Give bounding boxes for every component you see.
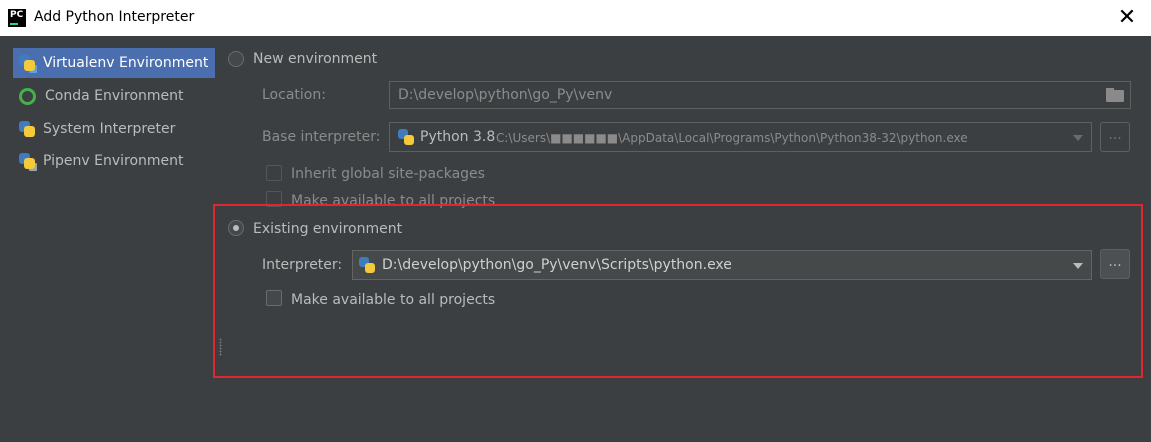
base-interpreter-dropdown[interactable]: Python 3.8 C:\Users\■■■■■■\AppData\Local…	[389, 122, 1092, 152]
existing-env-make-available-label: Make available to all projects	[291, 292, 496, 308]
new-environment-label: New environment	[253, 51, 378, 67]
pipenv-icon	[17, 151, 37, 171]
interpreter-dropdown[interactable]: D:\develop\python\go_Py\venv\Scripts\pyt…	[352, 250, 1092, 280]
sidebar-item-system[interactable]: System Interpreter	[13, 114, 215, 144]
interpreter-browse-button[interactable]: ...	[1100, 249, 1130, 279]
inherit-site-packages-checkbox[interactable]	[266, 165, 282, 181]
sidebar-item-label: System Interpreter	[43, 121, 176, 137]
base-interpreter-label: Base interpreter:	[262, 129, 381, 145]
sidebar-item-conda[interactable]: Conda Environment	[13, 81, 215, 111]
location-label: Location:	[262, 87, 326, 103]
inherit-site-packages-label: Inherit global site-packages	[291, 166, 485, 182]
python-icon	[358, 256, 376, 274]
new-env-make-available-checkbox[interactable]	[266, 191, 282, 207]
interpreter-label: Interpreter:	[262, 257, 343, 273]
sidebar-item-label: Pipenv Environment	[43, 153, 184, 169]
resize-grip[interactable]	[219, 338, 222, 356]
new-env-make-available-label: Make available to all projects	[291, 193, 496, 209]
python-icon	[397, 128, 415, 146]
virtualenv-icon	[17, 53, 37, 73]
base-interpreter-path: C:\Users\■■■■■■\AppData\Local\Programs\P…	[496, 131, 968, 145]
sidebar-item-label: Conda Environment	[45, 88, 184, 104]
title-bar: PC Add Python Interpreter ✕	[0, 0, 1151, 36]
conda-icon	[19, 87, 36, 105]
existing-environment-radio[interactable]	[228, 220, 244, 236]
existing-environment-label: Existing environment	[253, 221, 403, 237]
window-title: Add Python Interpreter	[34, 9, 195, 25]
interpreter-value: D:\develop\python\go_Py\venv\Scripts\pyt…	[382, 257, 732, 273]
location-field[interactable]: D:\develop\python\go_Py\venv	[389, 81, 1131, 109]
chevron-down-icon	[1073, 135, 1083, 141]
sidebar-item-label: Virtualenv Environment	[43, 55, 209, 71]
pycharm-logo-icon: PC	[8, 9, 26, 27]
location-value: D:\develop\python\go_Py\venv	[398, 87, 613, 103]
chevron-down-icon	[1073, 263, 1083, 269]
close-button[interactable]: ✕	[1113, 4, 1141, 32]
sidebar-item-pipenv[interactable]: Pipenv Environment	[13, 146, 215, 176]
existing-env-make-available-checkbox[interactable]	[266, 290, 282, 306]
folder-icon[interactable]	[1106, 88, 1124, 102]
environment-type-sidebar: Virtualenv Environment Conda Environment…	[0, 36, 215, 442]
sidebar-item-virtualenv[interactable]: Virtualenv Environment	[13, 48, 215, 78]
new-environment-radio[interactable]	[228, 51, 244, 67]
python-icon	[17, 119, 37, 139]
base-interpreter-browse-button[interactable]: ...	[1100, 122, 1130, 152]
base-interpreter-version: Python 3.8	[420, 129, 496, 145]
